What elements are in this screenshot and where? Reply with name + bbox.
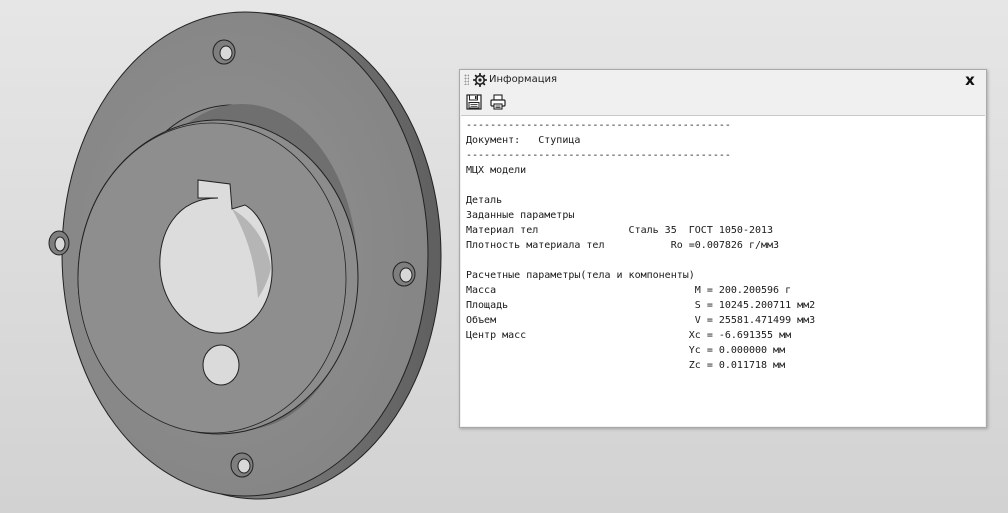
bolt-hole — [392, 261, 416, 287]
report-line: Расчетные параметры(тела и компоненты) — [466, 270, 695, 281]
small-hole — [202, 344, 240, 386]
bolt-hole — [212, 39, 236, 65]
info-panel-toolbar — [460, 91, 986, 113]
close-button[interactable]: x — [962, 71, 978, 89]
report-line: ----------------------------------------… — [466, 120, 731, 131]
report-line: Yc = 0.000000 мм — [466, 345, 786, 356]
report-line: Плотность материала тел Ro =0.007826 г/м… — [466, 240, 780, 251]
save-icon — [466, 94, 482, 110]
report-line: Zc = 0.011718 мм — [466, 360, 786, 371]
report-line: Документ: Ступица — [466, 135, 581, 146]
report-text: ----------------------------------------… — [461, 116, 985, 373]
panel-title: Информация — [489, 74, 558, 85]
report-line: МЦХ модели — [466, 165, 527, 176]
report-line: Масса M = 200.200596 г — [466, 285, 792, 296]
info-panel: Информация x ---------------------------… — [459, 69, 987, 428]
bolt-hole — [48, 230, 70, 256]
report-line: ----------------------------------------… — [466, 150, 731, 161]
report-line: Площадь S = 10245.200711 мм2 — [466, 300, 816, 311]
report-output[interactable]: ----------------------------------------… — [461, 115, 985, 426]
print-icon — [490, 94, 506, 110]
report-line: Заданные параметры — [466, 210, 575, 221]
bolt-hole — [230, 452, 254, 478]
report-line: Деталь — [466, 195, 503, 206]
info-panel-titlebar[interactable]: Информация x — [460, 70, 986, 90]
gear-icon — [473, 73, 487, 87]
drag-grip-icon[interactable] — [464, 74, 469, 85]
save-button[interactable] — [464, 92, 484, 112]
report-line: Объем V = 25581.471499 мм3 — [466, 315, 816, 326]
print-button[interactable] — [488, 92, 508, 112]
report-line: Центр масс Xc = -6.691355 мм — [466, 330, 792, 341]
report-line: Материал тел Сталь 35 ГОСТ 1050-2013 — [466, 225, 774, 236]
